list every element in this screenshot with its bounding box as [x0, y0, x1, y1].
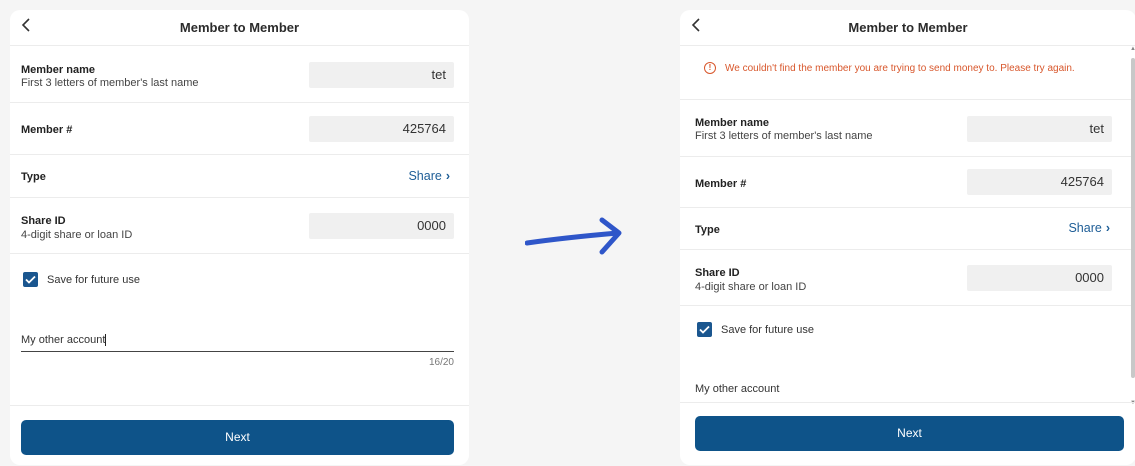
checkmark-icon [25, 275, 36, 284]
footer: Next [680, 402, 1135, 465]
arrow-right-icon [525, 217, 622, 255]
member-name-hint: First 3 letters of member's last name [21, 77, 199, 89]
checkmark-icon [699, 325, 710, 334]
nickname-value: My other account [21, 334, 106, 346]
page-title: Member to Member [848, 20, 968, 35]
scrollbar[interactable]: ▲ ▼ [1130, 46, 1135, 406]
chevron-right-icon: › [445, 169, 450, 183]
scroll-up-icon[interactable]: ▲ [1130, 46, 1135, 52]
member-number-label: Member # [695, 178, 747, 190]
error-message: ! We couldn't find the member you are tr… [704, 62, 1075, 74]
header: Member to Member [10, 10, 469, 46]
save-checkbox[interactable] [23, 272, 38, 287]
type-selector[interactable]: Share › [1068, 221, 1110, 235]
type-row[interactable]: Type Share › [10, 155, 469, 198]
member-name-label: Member name [695, 117, 769, 129]
type-value: Share [1068, 221, 1102, 235]
save-checkbox-row[interactable]: Save for future use [697, 322, 814, 337]
next-button[interactable]: Next [21, 420, 454, 455]
error-text: We couldn't find the member you are tryi… [725, 62, 1075, 74]
footer: Next [10, 405, 469, 465]
save-checkbox[interactable] [697, 322, 712, 337]
alert-circle-icon: ! [704, 62, 716, 74]
share-id-row: Share ID 4-digit share or loan ID 0000 [10, 198, 469, 254]
member-name-row: Member name First 3 letters of member's … [680, 100, 1135, 157]
type-value: Share [408, 169, 442, 183]
member-name-input[interactable]: tet [967, 116, 1112, 142]
share-id-label: Share ID [695, 267, 740, 279]
member-name-hint: First 3 letters of member's last name [695, 130, 873, 142]
member-name-row: Member name First 3 letters of member's … [10, 46, 469, 103]
header: Member to Member [680, 10, 1135, 46]
transfer-form-before: Member to Member Member name First 3 let… [10, 10, 469, 465]
text-cursor [105, 334, 107, 347]
type-label: Type [21, 171, 46, 183]
member-number-label: Member # [21, 124, 73, 136]
member-name-label: Member name [21, 64, 95, 76]
nickname-input[interactable]: My other account [21, 330, 454, 352]
share-id-input[interactable]: 0000 [309, 213, 454, 239]
member-number-input[interactable]: 425764 [309, 116, 454, 142]
member-name-input[interactable]: tet [309, 62, 454, 88]
member-number-row: Member # 425764 [10, 103, 469, 155]
save-checkbox-row[interactable]: Save for future use [23, 272, 140, 287]
share-id-label: Share ID [21, 215, 66, 227]
share-id-hint: 4-digit share or loan ID [21, 229, 133, 241]
member-number-row: Member # 425764 [680, 157, 1135, 208]
page-title: Member to Member [179, 20, 300, 35]
scroll-thumb[interactable] [1131, 58, 1135, 378]
share-id-hint: 4-digit share or loan ID [695, 281, 807, 293]
chevron-right-icon: › [1105, 221, 1110, 235]
share-id-input[interactable]: 0000 [967, 265, 1112, 291]
nickname-counter: 16/20 [428, 357, 454, 368]
type-row[interactable]: Type Share › [680, 208, 1135, 250]
save-label: Save for future use [721, 323, 814, 336]
transfer-form-after: Member to Member ! We couldn't find the … [680, 10, 1135, 465]
type-label: Type [695, 224, 720, 236]
type-selector[interactable]: Share › [408, 169, 450, 183]
nickname-input[interactable]: My other account [695, 383, 779, 395]
next-button[interactable]: Next [695, 416, 1124, 451]
member-number-input[interactable]: 425764 [967, 169, 1112, 195]
share-id-row: Share ID 4-digit share or loan ID 0000 [680, 250, 1135, 306]
save-label: Save for future use [47, 273, 140, 286]
